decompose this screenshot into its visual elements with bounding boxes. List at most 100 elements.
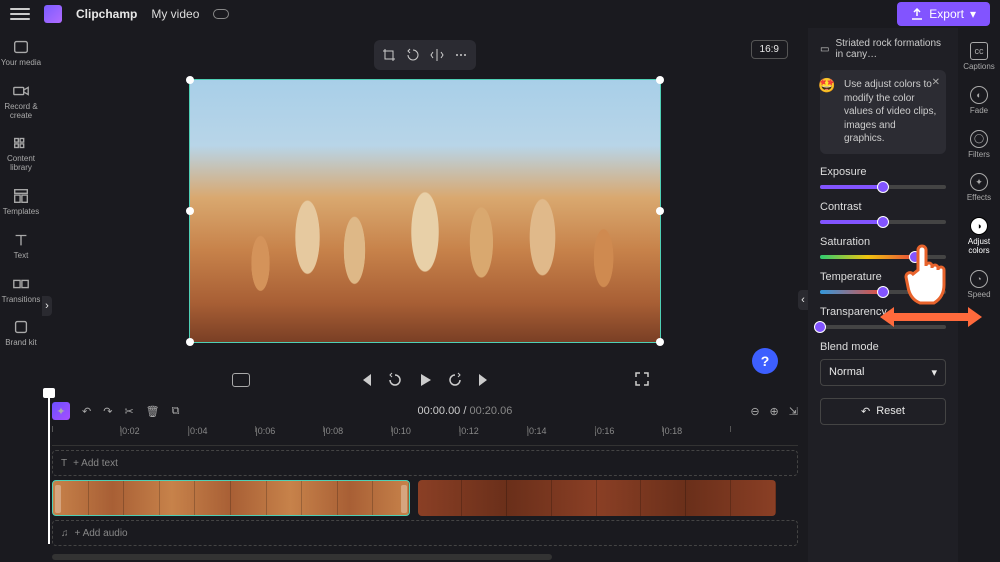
sync-status-icon[interactable] [213, 9, 229, 19]
exposure-slider[interactable] [820, 185, 946, 189]
tab-label: Adjust colors [958, 238, 1000, 256]
resize-handle[interactable] [656, 207, 664, 215]
export-button[interactable]: Export ▾ [897, 2, 990, 26]
blend-value: Normal [829, 366, 864, 378]
sidebar-item-record-create[interactable]: Record & create [0, 82, 42, 121]
temperature-control: Temperature [820, 271, 946, 294]
audio-track[interactable]: ♫+ Add audio [52, 520, 798, 546]
saturation-control: Saturation [820, 236, 946, 259]
project-name[interactable]: My video [151, 7, 199, 21]
app-name: Clipchamp [76, 7, 137, 21]
video-clip[interactable] [418, 480, 776, 516]
delete-button[interactable]: 🗑 [146, 405, 160, 418]
clip-trim-handle[interactable] [55, 485, 61, 513]
sidebar-item-text[interactable]: Text [12, 231, 30, 261]
play-button[interactable] [417, 372, 433, 388]
redo-button[interactable]: ↷ [103, 405, 112, 418]
slider-label: Contrast [820, 201, 862, 213]
ruler-tick: |0:06 [255, 426, 323, 445]
menu-icon[interactable] [10, 8, 30, 20]
zoom-out-button[interactable]: ⊖ [750, 405, 759, 418]
help-tip: 🤩 ✕ Use adjust colors to modify the colo… [820, 70, 946, 154]
timeline-scrollbar[interactable] [52, 554, 552, 560]
undo-button[interactable]: ↶ [82, 405, 91, 418]
rewind-button[interactable] [387, 372, 403, 388]
fullscreen-button[interactable] [634, 371, 650, 390]
tab-effects[interactable]: ✦Effects [967, 173, 991, 203]
text-icon: T [61, 458, 67, 469]
effects-icon: ✦ [970, 173, 988, 191]
skip-start-button[interactable] [357, 372, 373, 388]
ruler-tick: |0:18 [662, 426, 730, 445]
sidebar-item-label: Content library [0, 155, 42, 173]
resize-handle[interactable] [656, 338, 664, 346]
zoom-in-button[interactable]: ⊕ [770, 405, 779, 418]
reset-button[interactable]: ↶Reset [820, 398, 946, 425]
crop-button[interactable] [378, 44, 400, 66]
contrast-control: Contrast [820, 201, 946, 224]
collapse-panel-button[interactable]: ‹ [798, 290, 808, 310]
tab-label: Speed [967, 291, 990, 300]
ruler-tick: |0:14 [527, 426, 595, 445]
text-track[interactable]: T + Add text [52, 450, 798, 476]
resize-handle[interactable] [656, 76, 664, 84]
split-button[interactable]: ✂ [124, 405, 133, 418]
sidebar-item-label: Templates [3, 208, 39, 217]
rotate-button[interactable] [402, 44, 424, 66]
help-button[interactable]: ? [752, 348, 778, 374]
clip-trim-handle[interactable] [401, 485, 407, 513]
video-clip-selected[interactable] [52, 480, 410, 516]
flip-button[interactable] [426, 44, 448, 66]
temperature-slider[interactable] [820, 290, 946, 294]
transparency-control: Transparency [820, 306, 946, 329]
clip-name: Striated rock formations in cany… [835, 38, 946, 60]
slider-label: Exposure [820, 166, 866, 178]
filters-icon: ◯ [970, 130, 988, 148]
contrast-slider[interactable] [820, 220, 946, 224]
duplicate-button[interactable]: ⧉ [172, 405, 180, 418]
captions-icon: cc [970, 42, 988, 60]
sidebar-item-label: Record & create [0, 103, 42, 121]
tab-fade[interactable]: ◐Fade [970, 86, 988, 116]
playhead[interactable] [48, 394, 50, 544]
sidebar-item-content-library[interactable]: Content library [0, 134, 42, 173]
sidebar-item-brand-kit[interactable]: Brand kit [5, 318, 37, 348]
forward-button[interactable] [447, 372, 463, 388]
sidebar-item-label: Transitions [2, 296, 41, 305]
transparency-slider[interactable] [820, 325, 946, 329]
video-canvas[interactable] [189, 79, 661, 343]
total-time: 00:20.06 [470, 405, 513, 417]
track-label: + Add text [73, 458, 118, 469]
upload-icon [911, 8, 923, 20]
ai-tool-button[interactable]: ✦ [52, 402, 70, 420]
fade-icon: ◐ [970, 86, 988, 104]
tab-adjust-colors[interactable]: ◑Adjust colors [958, 217, 1000, 256]
slider-label: Transparency [820, 306, 887, 318]
sidebar-item-label: Brand kit [5, 339, 37, 348]
resize-handle[interactable] [186, 338, 194, 346]
current-time: 00:00.00 [417, 405, 460, 417]
record-button[interactable] [232, 373, 250, 387]
video-track[interactable] [52, 480, 798, 516]
close-tip-button[interactable]: ✕ [932, 76, 940, 90]
zoom-fit-button[interactable]: ⇲ [789, 405, 798, 418]
tab-speed[interactable]: ◔Speed [967, 270, 990, 300]
timeline-ruler[interactable]: |0:02 |0:04 |0:06 |0:08 |0:10 |0:12 |0:1… [52, 426, 798, 446]
sidebar-item-your-media[interactable]: Your media [1, 38, 41, 68]
saturation-slider[interactable] [820, 255, 946, 259]
blend-mode-select[interactable]: Normal ▾ [820, 359, 946, 386]
aspect-ratio-button[interactable]: 16:9 [751, 40, 788, 59]
export-label: Export [929, 7, 964, 21]
skip-end-button[interactable] [477, 372, 493, 388]
music-icon: ♫ [61, 528, 69, 539]
more-button[interactable] [450, 44, 472, 66]
resize-handle[interactable] [186, 76, 194, 84]
sidebar-item-templates[interactable]: Templates [3, 187, 39, 217]
tab-captions[interactable]: ccCaptions [963, 42, 995, 72]
tip-text: Use adjust colors to modify the color va… [828, 78, 938, 146]
tab-filters[interactable]: ◯ Filters [968, 130, 990, 160]
blend-label: Blend mode [820, 341, 879, 353]
tab-label: Filters [968, 151, 990, 160]
resize-handle[interactable] [186, 207, 194, 215]
sidebar-item-transitions[interactable]: Transitions [2, 275, 41, 305]
